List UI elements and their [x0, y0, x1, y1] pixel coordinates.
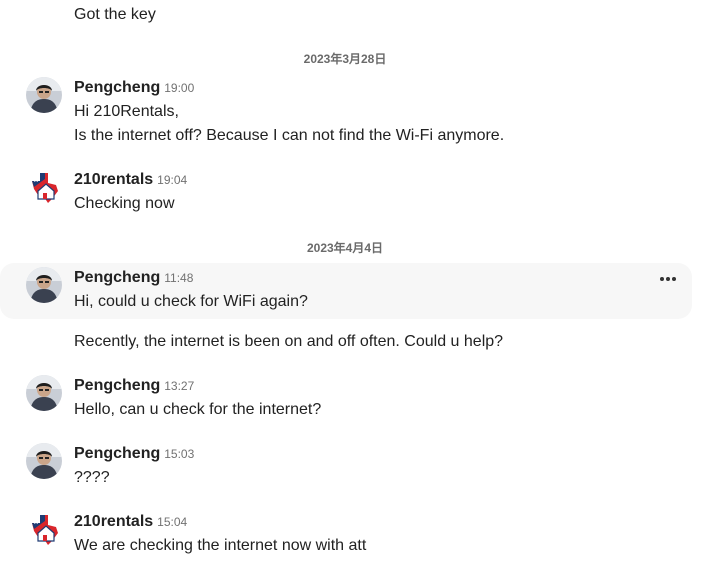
message-header: Pengcheng 15:03: [74, 444, 194, 464]
sender-name[interactable]: Pengcheng: [74, 269, 160, 286]
user-avatar[interactable]: [26, 443, 62, 479]
message-time: 19:04: [157, 173, 188, 187]
message-text: Hi 210Rentals,: [74, 103, 179, 120]
sender-name[interactable]: 210rentals: [74, 171, 153, 188]
message-header: 210rentals 15:04: [74, 512, 187, 532]
message-header: 210rentals 19:04: [74, 170, 187, 190]
message-header: Pengcheng 11:48: [74, 268, 193, 288]
message-text: Checking now: [74, 195, 175, 212]
date-separator: 2023年4月4日: [306, 241, 384, 255]
message-text: Hi, could u check for WiFi again?: [74, 293, 308, 310]
more-options-button[interactable]: [656, 270, 680, 288]
message-text: We are checking the internet now with at…: [74, 537, 367, 554]
message-time: 11:48: [164, 271, 194, 285]
message-time: 15:04: [157, 515, 188, 529]
message-text: Is the internet off? Because I can not f…: [74, 127, 505, 144]
sender-name[interactable]: Pengcheng: [74, 445, 160, 462]
sender-name[interactable]: 210rentals: [74, 513, 153, 530]
message-header: Pengcheng 13:27: [74, 376, 194, 396]
message-text: Recently, the internet is been on and of…: [74, 333, 504, 350]
host-avatar[interactable]: [26, 169, 62, 205]
message-text: ????: [74, 469, 110, 486]
sender-name[interactable]: Pengcheng: [74, 79, 160, 96]
user-avatar[interactable]: [26, 375, 62, 411]
message-time: 19:00: [164, 81, 195, 95]
date-separator: 2023年3月28日: [303, 52, 387, 66]
message-text: Hello, can u check for the internet?: [74, 401, 322, 418]
user-avatar[interactable]: [26, 77, 62, 113]
message-header: Pengcheng 19:00: [74, 78, 194, 98]
message-time: 15:03: [164, 447, 195, 461]
sender-name[interactable]: Pengcheng: [74, 377, 160, 394]
user-avatar[interactable]: [26, 267, 62, 303]
host-avatar[interactable]: [26, 511, 62, 547]
message-time: 13:27: [164, 379, 195, 393]
more-horizontal-icon: [659, 277, 677, 281]
message-text: Got the key: [74, 6, 156, 23]
